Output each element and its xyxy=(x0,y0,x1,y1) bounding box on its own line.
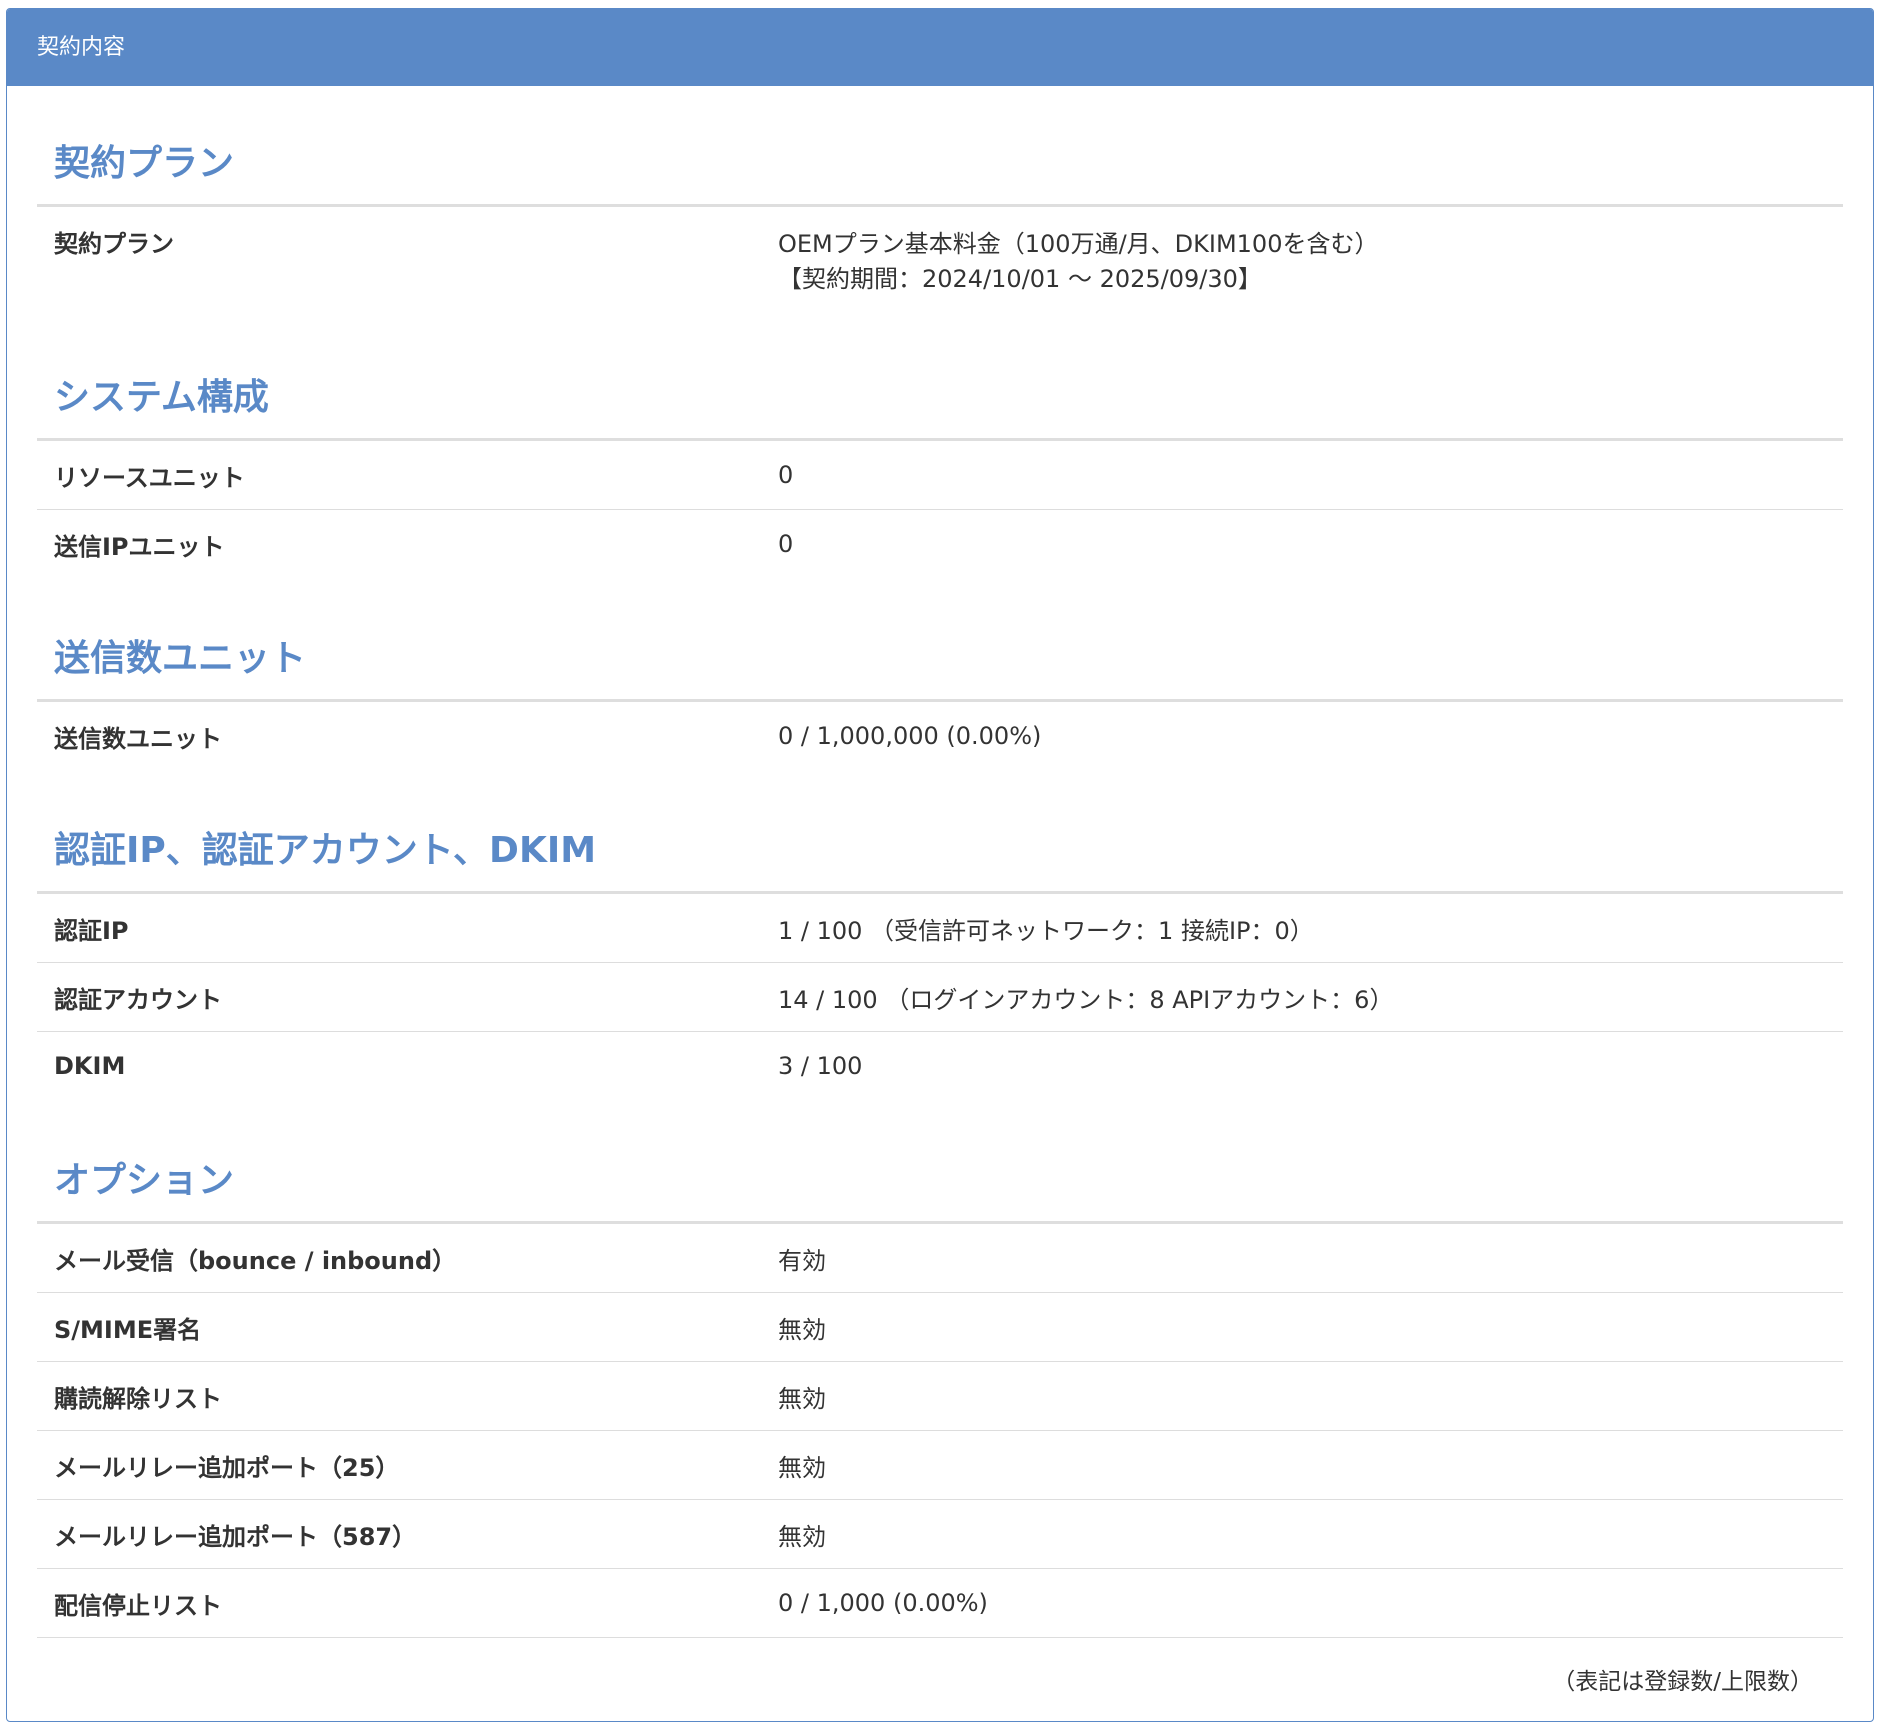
table-row: 配信停止リスト 0 / 1,000 (0.00%) xyxy=(37,1568,1843,1638)
row-label: メール受信（bounce / inbound） xyxy=(37,1224,761,1293)
section-title-auth: 認証IP、認証アカウント、DKIM xyxy=(37,770,1843,894)
table-row: 送信数ユニット 0 / 1,000,000 (0.00%) xyxy=(37,702,1843,770)
section-title-auth-text: 認証IP、認証アカウント、DKIM xyxy=(54,830,597,871)
row-label: メールリレー追加ポート（587） xyxy=(37,1499,761,1569)
table-row: DKIM 3 / 100 xyxy=(37,1032,1843,1101)
section-title-send-units: 送信数ユニット xyxy=(37,578,1843,702)
section-title-options-text: オプション xyxy=(54,1160,235,1201)
send-units-table: 送信数ユニット 0 / 1,000,000 (0.00%) xyxy=(37,702,1843,770)
auth-table: 認証IP 1 / 100 （受信許可ネットワーク：1 接続IP：0） 認証アカウ… xyxy=(37,894,1843,1100)
row-label: S/MIME署名 xyxy=(37,1292,761,1362)
row-value: 3 / 100 xyxy=(778,1052,863,1080)
table-row: メールリレー追加ポート（25） 無効 xyxy=(37,1430,1843,1500)
row-value: 無効 xyxy=(761,1361,1843,1431)
row-label: 購読解除リスト xyxy=(37,1361,761,1431)
options-table: メール受信（bounce / inbound） 有効 S/MIME署名 無効 購… xyxy=(37,1224,1843,1638)
plan-table: 契約プラン OEMプラン基本料金（100万通/月、DKIM100を含む） 【契約… xyxy=(37,207,1843,317)
section-title-system-text: システム構成 xyxy=(54,377,269,418)
table-row: メール受信（bounce / inbound） 有効 xyxy=(37,1224,1843,1293)
table-row: 送信IPユニット 0 xyxy=(37,510,1843,579)
table-row: リソースユニット 0 xyxy=(37,441,1843,510)
row-label: リソースユニット xyxy=(37,441,761,510)
row-value: 無効 xyxy=(761,1499,1843,1569)
panel-body: 契約プラン 契約プラン OEMプラン基本料金（100万通/月、DKIM100を含… xyxy=(7,86,1873,1696)
table-row: S/MIME署名 無効 xyxy=(37,1292,1843,1362)
row-value: 0 xyxy=(761,441,1843,510)
row-label: 契約プラン xyxy=(54,230,174,258)
table-row: 契約プラン OEMプラン基本料金（100万通/月、DKIM100を含む） 【契約… xyxy=(37,207,1843,317)
row-value: 1 / 100 （受信許可ネットワーク：1 接続IP：0） xyxy=(761,894,1843,963)
row-label: 認証IP xyxy=(37,894,761,963)
section-title-options: オプション xyxy=(37,1100,1843,1224)
section-title-send-units-text: 送信数ユニット xyxy=(54,638,307,679)
row-value: 0 / 1,000 (0.00%) xyxy=(761,1568,1843,1638)
row-label: 送信数ユニット xyxy=(54,724,222,753)
system-table: リソースユニット 0 送信IPユニット 0 xyxy=(37,441,1843,578)
table-row: 認証アカウント 14 / 100 （ログインアカウント：8 APIアカウント：6… xyxy=(37,962,1843,1032)
contract-panel: 契約内容 契約プラン 契約プラン OEMプラン基本料金（100万通/月、DKIM… xyxy=(6,8,1874,1722)
row-label: DKIM xyxy=(54,1052,126,1080)
plan-period: 【契約期間：2024/10/01 〜 2025/09/30】 xyxy=(778,265,1262,293)
row-label: 認証アカウント xyxy=(37,962,761,1032)
table-row: 認証IP 1 / 100 （受信許可ネットワーク：1 接続IP：0） xyxy=(37,894,1843,963)
row-value: 0 xyxy=(778,530,794,558)
section-title-system: システム構成 xyxy=(37,317,1843,441)
section-title-plan-text: 契約プラン xyxy=(54,143,235,184)
row-value: 14 / 100 （ログインアカウント：8 APIアカウント：6） xyxy=(761,962,1843,1032)
panel-header: 契約内容 xyxy=(7,9,1873,86)
table-row: メールリレー追加ポート（587） 無効 xyxy=(37,1499,1843,1569)
table-row: 購読解除リスト 無効 xyxy=(37,1361,1843,1431)
row-value: 無効 xyxy=(761,1292,1843,1362)
row-value: OEMプラン基本料金（100万通/月、DKIM100を含む） 【契約期間：202… xyxy=(761,207,1843,317)
section-title-plan: 契約プラン xyxy=(37,86,1843,207)
footnote: （表記は登録数/上限数） xyxy=(1552,1669,1813,1695)
row-value: 0 / 1,000,000 (0.00%) xyxy=(778,722,1042,750)
row-value: 無効 xyxy=(761,1430,1843,1500)
row-value: 有効 xyxy=(761,1224,1843,1293)
plan-name: OEMプラン基本料金（100万通/月、DKIM100を含む） xyxy=(778,230,1379,258)
row-label: 配信停止リスト xyxy=(37,1568,761,1638)
row-label: メールリレー追加ポート（25） xyxy=(37,1430,761,1500)
row-label: 送信IPユニット xyxy=(54,532,225,561)
